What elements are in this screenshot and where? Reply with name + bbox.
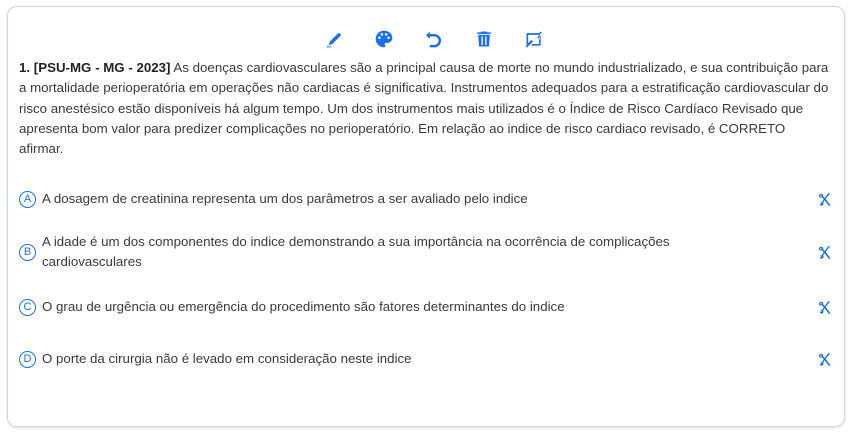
marker-icon[interactable] <box>323 28 345 50</box>
option-letter[interactable]: D <box>19 350 36 368</box>
option-letter[interactable]: A <box>19 190 36 208</box>
option-a[interactable]: A A dosagem de creatinina representa um … <box>19 189 831 209</box>
option-text[interactable]: A dosagem de creatinina representa um do… <box>42 189 762 209</box>
scissors-icon[interactable] <box>816 351 832 367</box>
undo-icon[interactable] <box>423 28 445 50</box>
palette-icon[interactable] <box>373 28 395 50</box>
scissors-icon[interactable] <box>816 244 832 260</box>
option-b[interactable]: B A idade é um dos componentes do indice… <box>19 232 831 272</box>
option-c[interactable]: C O grau de urgência ou emergência do pr… <box>19 297 831 317</box>
image-off-icon[interactable] <box>523 28 545 50</box>
trash-icon[interactable] <box>473 28 495 50</box>
option-text[interactable]: O grau de urgência ou emergência do proc… <box>42 297 762 317</box>
question-text: 1. [PSU-MG - MG - 2023] As doenças cardi… <box>19 58 831 159</box>
question-card: 1. [PSU-MG - MG - 2023] As doenças cardi… <box>7 6 845 427</box>
option-letter[interactable]: B <box>19 243 36 261</box>
option-text[interactable]: O porte da cirurgia não é levado em cons… <box>42 349 762 369</box>
option-text[interactable]: A idade é um dos componentes do indice d… <box>42 232 762 272</box>
scissors-icon[interactable] <box>816 299 832 315</box>
option-d[interactable]: D O porte da cirurgia não é levado em co… <box>19 349 831 369</box>
toolbar <box>8 28 844 50</box>
option-letter[interactable]: C <box>19 298 36 316</box>
question-source: 1. [PSU-MG - MG - 2023] <box>19 60 171 75</box>
scissors-icon[interactable] <box>816 191 832 207</box>
